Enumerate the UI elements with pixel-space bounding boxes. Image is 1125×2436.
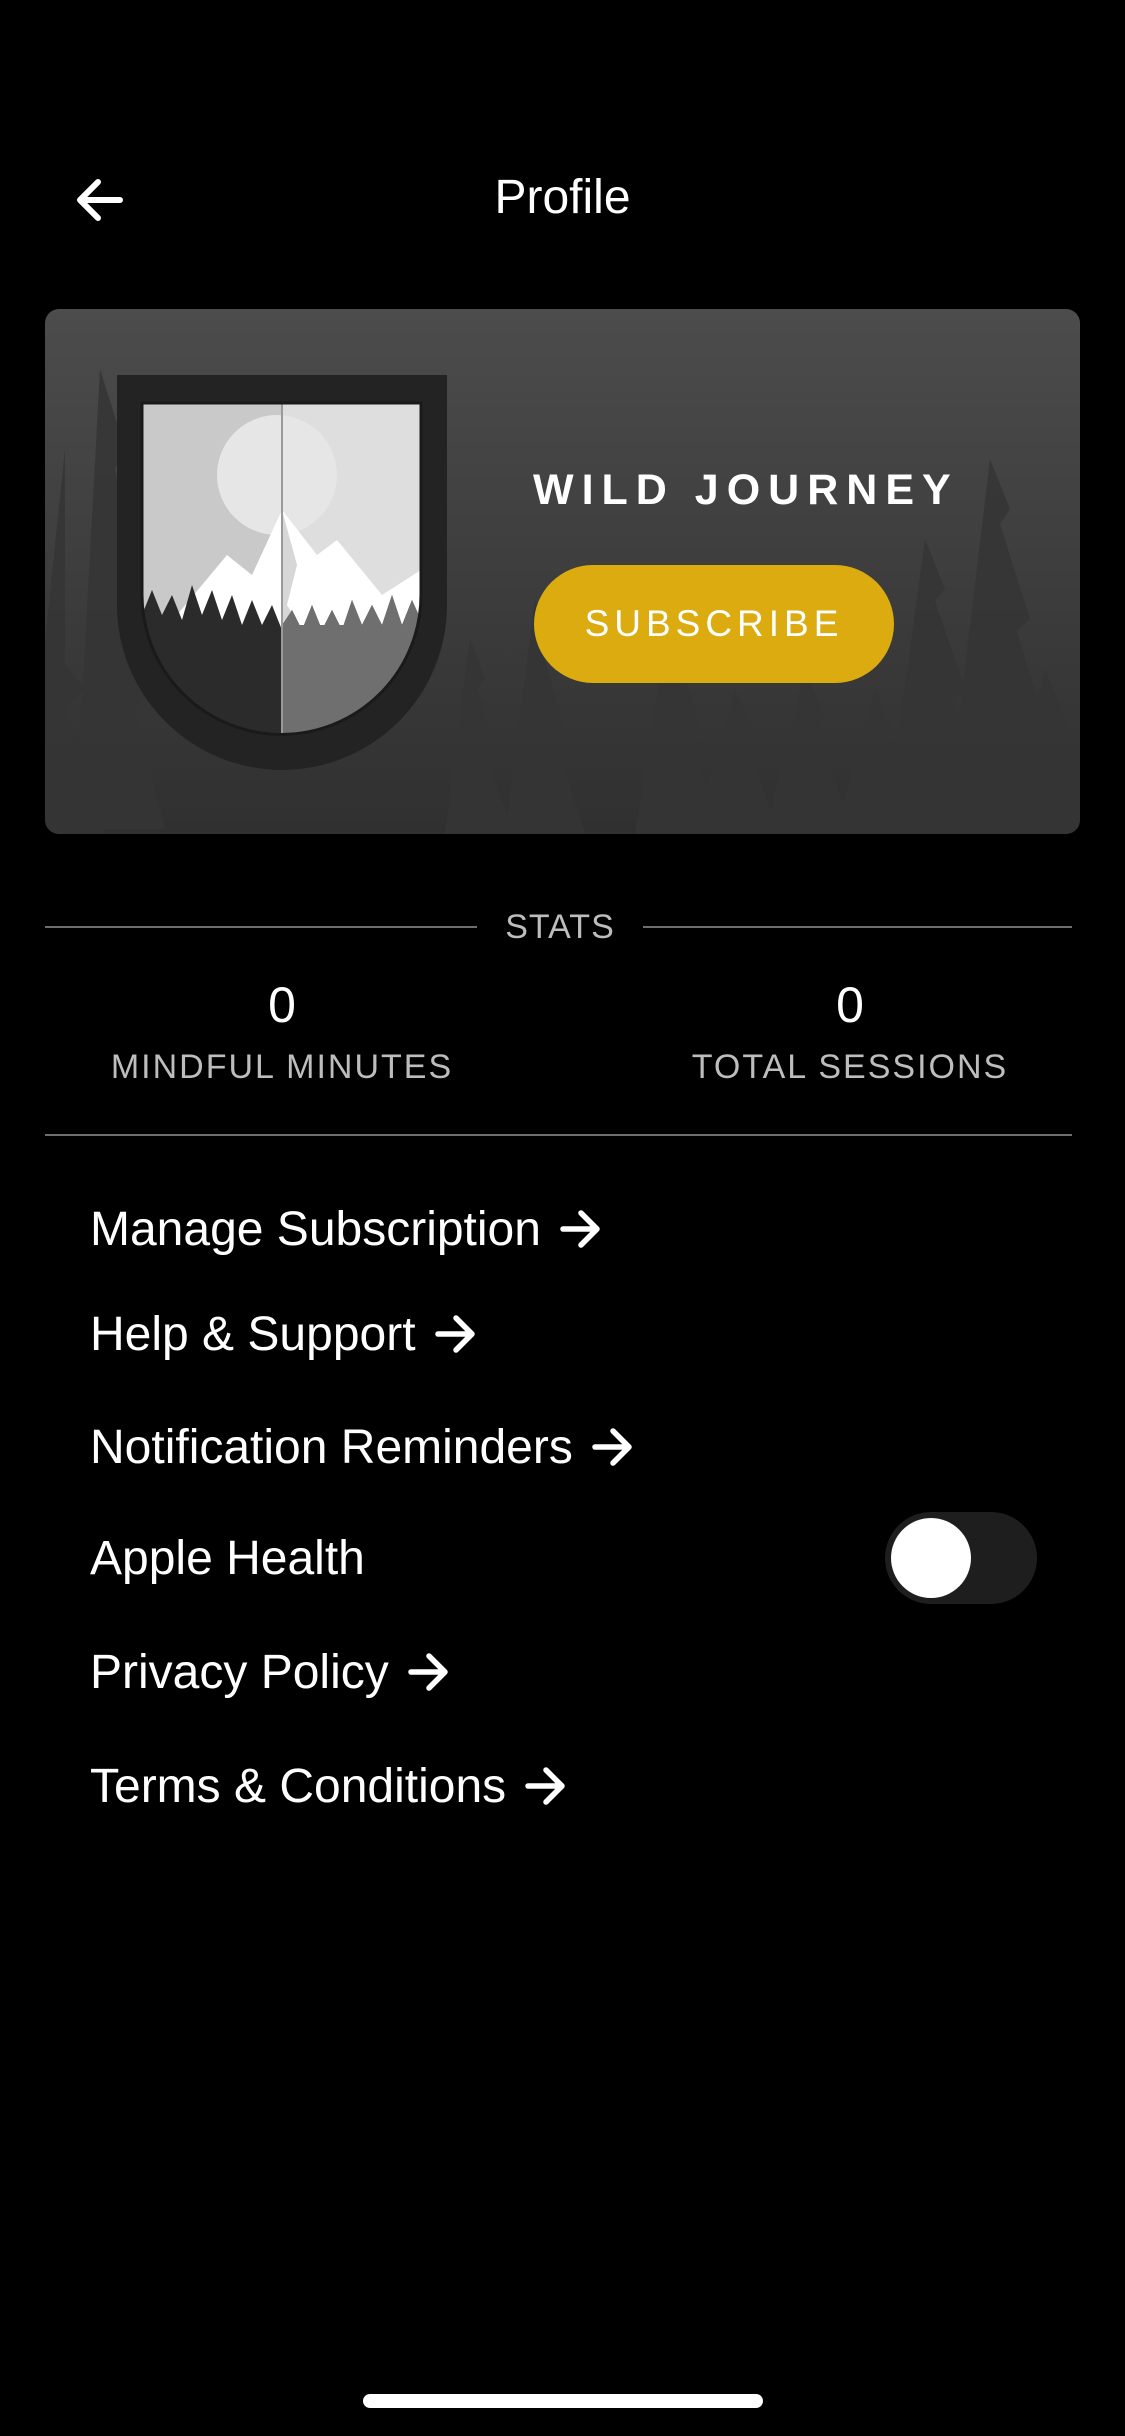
stats-section-header: STATS bbox=[45, 900, 1072, 954]
mountain-shield-icon bbox=[117, 375, 447, 770]
divider bbox=[45, 926, 477, 928]
page-title: Profile bbox=[494, 171, 631, 224]
menu-item-label: Privacy Policy bbox=[90, 1645, 389, 1699]
apple-health-row: Apple Health bbox=[90, 1523, 365, 1593]
arrow-right-icon bbox=[524, 1766, 568, 1806]
home-indicator[interactable] bbox=[363, 2394, 763, 2408]
toggle-knob bbox=[891, 1518, 971, 1598]
divider bbox=[643, 926, 1072, 928]
arrow-right-icon bbox=[407, 1652, 451, 1692]
manage-subscription-link[interactable]: Manage Subscription bbox=[90, 1194, 603, 1264]
help-support-link[interactable]: Help & Support bbox=[90, 1299, 478, 1369]
subscribe-button[interactable]: SUBSCRIBE bbox=[534, 565, 894, 683]
menu-item-label: Manage Subscription bbox=[90, 1202, 541, 1256]
stat-label: TOTAL SESSIONS bbox=[691, 1048, 1009, 1086]
privacy-policy-link[interactable]: Privacy Policy bbox=[90, 1637, 451, 1707]
divider bbox=[45, 1134, 1072, 1136]
menu-item-label: Help & Support bbox=[90, 1307, 416, 1361]
notification-reminders-link[interactable]: Notification Reminders bbox=[90, 1412, 635, 1482]
stat-mindful-minutes: 0 MINDFUL MINUTES bbox=[82, 975, 482, 1089]
arrow-right-icon bbox=[559, 1209, 603, 1249]
menu-item-label: Notification Reminders bbox=[90, 1420, 573, 1474]
stat-value: 0 bbox=[268, 977, 296, 1033]
apple-health-toggle[interactable] bbox=[885, 1512, 1037, 1604]
terms-conditions-link[interactable]: Terms & Conditions bbox=[90, 1751, 568, 1821]
stat-label: MINDFUL MINUTES bbox=[110, 1048, 454, 1086]
stat-total-sessions: 0 TOTAL SESSIONS bbox=[650, 975, 1050, 1089]
arrow-right-icon bbox=[591, 1427, 635, 1467]
stat-value: 0 bbox=[836, 977, 864, 1033]
menu-item-label: Terms & Conditions bbox=[90, 1759, 507, 1813]
top-bar: Profile bbox=[0, 150, 1125, 245]
subscription-banner: WILD JOURNEY SUBSCRIBE bbox=[45, 309, 1080, 834]
stats-title: STATS bbox=[505, 908, 615, 946]
arrow-right-icon bbox=[434, 1314, 478, 1354]
menu-item-label: Apple Health bbox=[90, 1531, 365, 1585]
brand-name: WILD JOURNEY bbox=[533, 466, 959, 514]
